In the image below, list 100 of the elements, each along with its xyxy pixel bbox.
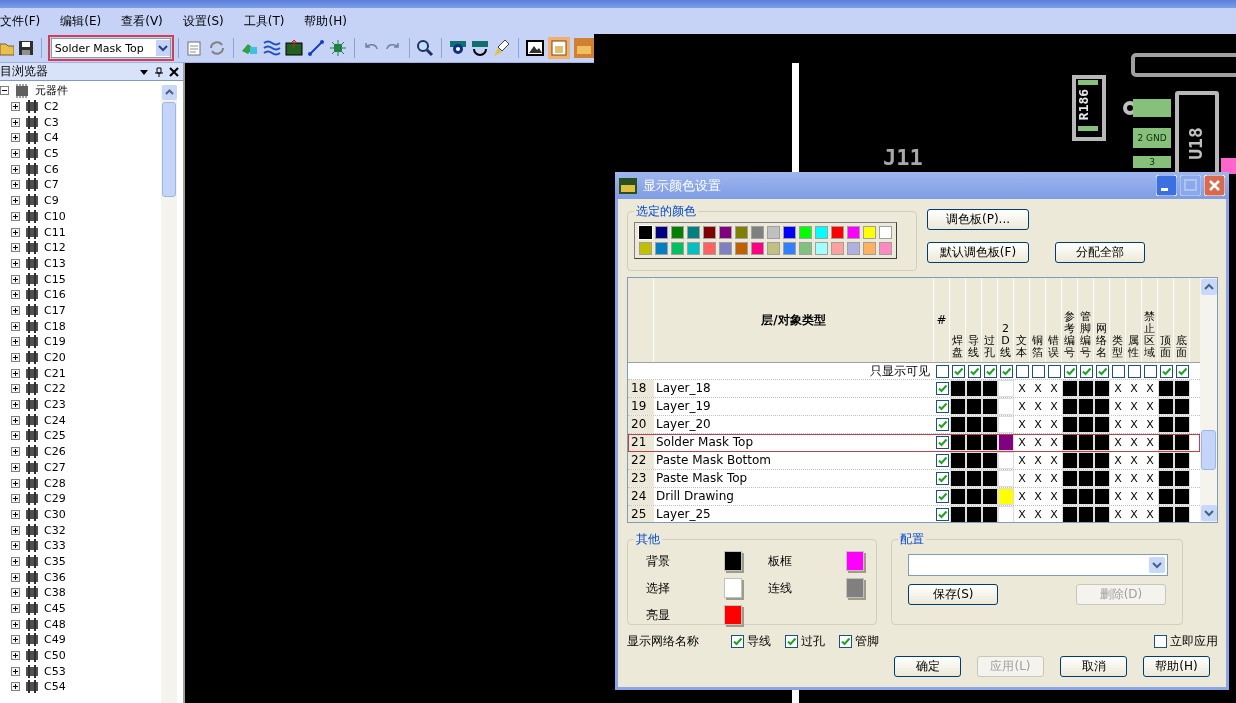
tree-item[interactable]: C38 (44, 586, 66, 600)
color-cell[interactable] (1158, 416, 1174, 433)
menu-item[interactable]: 设置(S) (182, 12, 224, 30)
tree-expander-icon[interactable] (11, 353, 20, 363)
checkbox[interactable] (1127, 364, 1141, 378)
color-swatch[interactable] (847, 226, 860, 239)
tree-item[interactable]: C23 (44, 398, 66, 412)
checkbox[interactable] (1159, 364, 1173, 378)
dialog-button[interactable]: 确定 (894, 656, 961, 677)
color-cell[interactable] (950, 488, 966, 505)
color-cell[interactable] (1094, 488, 1110, 505)
tree-expander-icon[interactable] (11, 211, 20, 221)
checkbox[interactable] (935, 400, 949, 413)
tree-item[interactable]: C5 (44, 147, 59, 161)
color-cell[interactable] (1062, 452, 1078, 469)
color-cell[interactable] (998, 506, 1014, 522)
tree-item[interactable]: C7 (44, 178, 59, 192)
tree-expander-icon[interactable] (11, 258, 20, 268)
color-cell[interactable] (998, 488, 1014, 505)
color-swatch[interactable] (671, 242, 684, 255)
tree-expander-icon[interactable] (11, 290, 20, 300)
color-cell[interactable] (950, 452, 966, 469)
color-cell[interactable] (1078, 470, 1094, 487)
menu-item[interactable]: 文件(F) (0, 12, 41, 30)
color-cell[interactable] (982, 416, 998, 433)
tree-item[interactable]: C29 (44, 492, 66, 506)
logo-icon[interactable] (574, 38, 595, 58)
color-swatch[interactable] (879, 226, 892, 239)
color-cell[interactable] (1062, 470, 1078, 487)
color-swatch[interactable] (783, 226, 796, 239)
tree-item[interactable]: C4 (44, 131, 59, 145)
tree-expander-icon[interactable] (11, 509, 20, 519)
tree-expander-icon[interactable] (11, 149, 20, 159)
color-cell[interactable] (982, 380, 998, 397)
color-swatch[interactable] (655, 226, 668, 239)
menu-item[interactable]: 工具(T) (243, 12, 285, 30)
dialog-button[interactable]: 帮助(H) (1143, 656, 1210, 677)
color-swatch[interactable] (735, 226, 748, 239)
checkbox[interactable] (1175, 364, 1189, 378)
checkbox[interactable] (1015, 364, 1029, 378)
table-row[interactable]: 24 Drill Drawing X X X X X X (628, 488, 1200, 506)
color-swatch[interactable] (655, 242, 668, 255)
tree-expander-icon[interactable] (11, 651, 20, 661)
rotate-icon[interactable] (471, 39, 490, 57)
tree-item[interactable]: C17 (44, 303, 66, 317)
checkbox[interactable] (935, 490, 949, 503)
color-cell[interactable] (1174, 452, 1190, 469)
color-cell[interactable] (1158, 452, 1174, 469)
color-cell[interactable] (1158, 488, 1174, 505)
checkbox[interactable] (935, 436, 949, 449)
color-cell[interactable] (1062, 488, 1078, 505)
refresh-icon[interactable] (207, 39, 226, 57)
checkbox[interactable] (935, 364, 949, 378)
color-swatch[interactable] (687, 226, 700, 239)
checkbox-option[interactable]: 管脚 (839, 633, 879, 650)
tree-item[interactable]: C19 (44, 335, 66, 349)
save-icon[interactable] (18, 40, 34, 56)
table-row[interactable]: 25 Layer_25 X X X X X X (628, 506, 1200, 522)
color-cell[interactable] (1174, 488, 1190, 505)
color-swatch[interactable] (687, 242, 700, 255)
color-cell[interactable] (1062, 434, 1078, 451)
color-swatch[interactable] (719, 226, 732, 239)
color-cell[interactable] (1174, 470, 1190, 487)
checkbox-option[interactable]: 过孔 (785, 633, 825, 650)
tree-expander-icon[interactable] (11, 274, 20, 284)
color-swatch[interactable] (799, 242, 812, 255)
checkbox[interactable] (1031, 364, 1045, 378)
color-swatch[interactable] (815, 242, 828, 255)
color-cell[interactable] (1158, 470, 1174, 487)
checkbox[interactable] (731, 635, 744, 648)
tree-item[interactable]: C13 (44, 256, 66, 270)
scroll-thumb[interactable] (1201, 430, 1216, 470)
color-cell[interactable] (950, 398, 966, 415)
color-cell[interactable] (1078, 488, 1094, 505)
tree-item[interactable]: C3 (44, 115, 59, 129)
color-swatch[interactable] (751, 226, 764, 239)
tree-item[interactable]: C53 (44, 664, 66, 678)
color-cell[interactable] (966, 434, 982, 451)
color-cell[interactable] (1158, 380, 1174, 397)
color-swatch[interactable] (767, 242, 780, 255)
menu-item[interactable]: 查看(V) (121, 12, 163, 30)
color-cell[interactable] (982, 452, 998, 469)
palette-button[interactable]: 调色板(P)... (927, 209, 1029, 230)
color-cell[interactable] (1078, 398, 1094, 415)
color-cell[interactable] (966, 398, 982, 415)
table-row[interactable]: 18 Layer_18 X X X X X X (628, 380, 1200, 398)
color-cell[interactable] (1062, 398, 1078, 415)
default-palette-button[interactable]: 默认调色板(F) (927, 242, 1029, 263)
tree-expander-icon[interactable] (11, 588, 20, 598)
color-cell[interactable] (1158, 434, 1174, 451)
tree-item[interactable]: C10 (44, 209, 66, 223)
line-icon[interactable] (306, 39, 325, 57)
close-button[interactable] (1204, 175, 1225, 196)
color-cell[interactable] (1078, 416, 1094, 433)
color-swatch[interactable] (815, 226, 828, 239)
checkbox[interactable] (983, 364, 997, 378)
tree-expander-icon[interactable] (11, 368, 20, 378)
color-cell[interactable] (1062, 416, 1078, 433)
color-cell[interactable] (998, 452, 1014, 469)
color-cell[interactable] (998, 434, 1014, 451)
